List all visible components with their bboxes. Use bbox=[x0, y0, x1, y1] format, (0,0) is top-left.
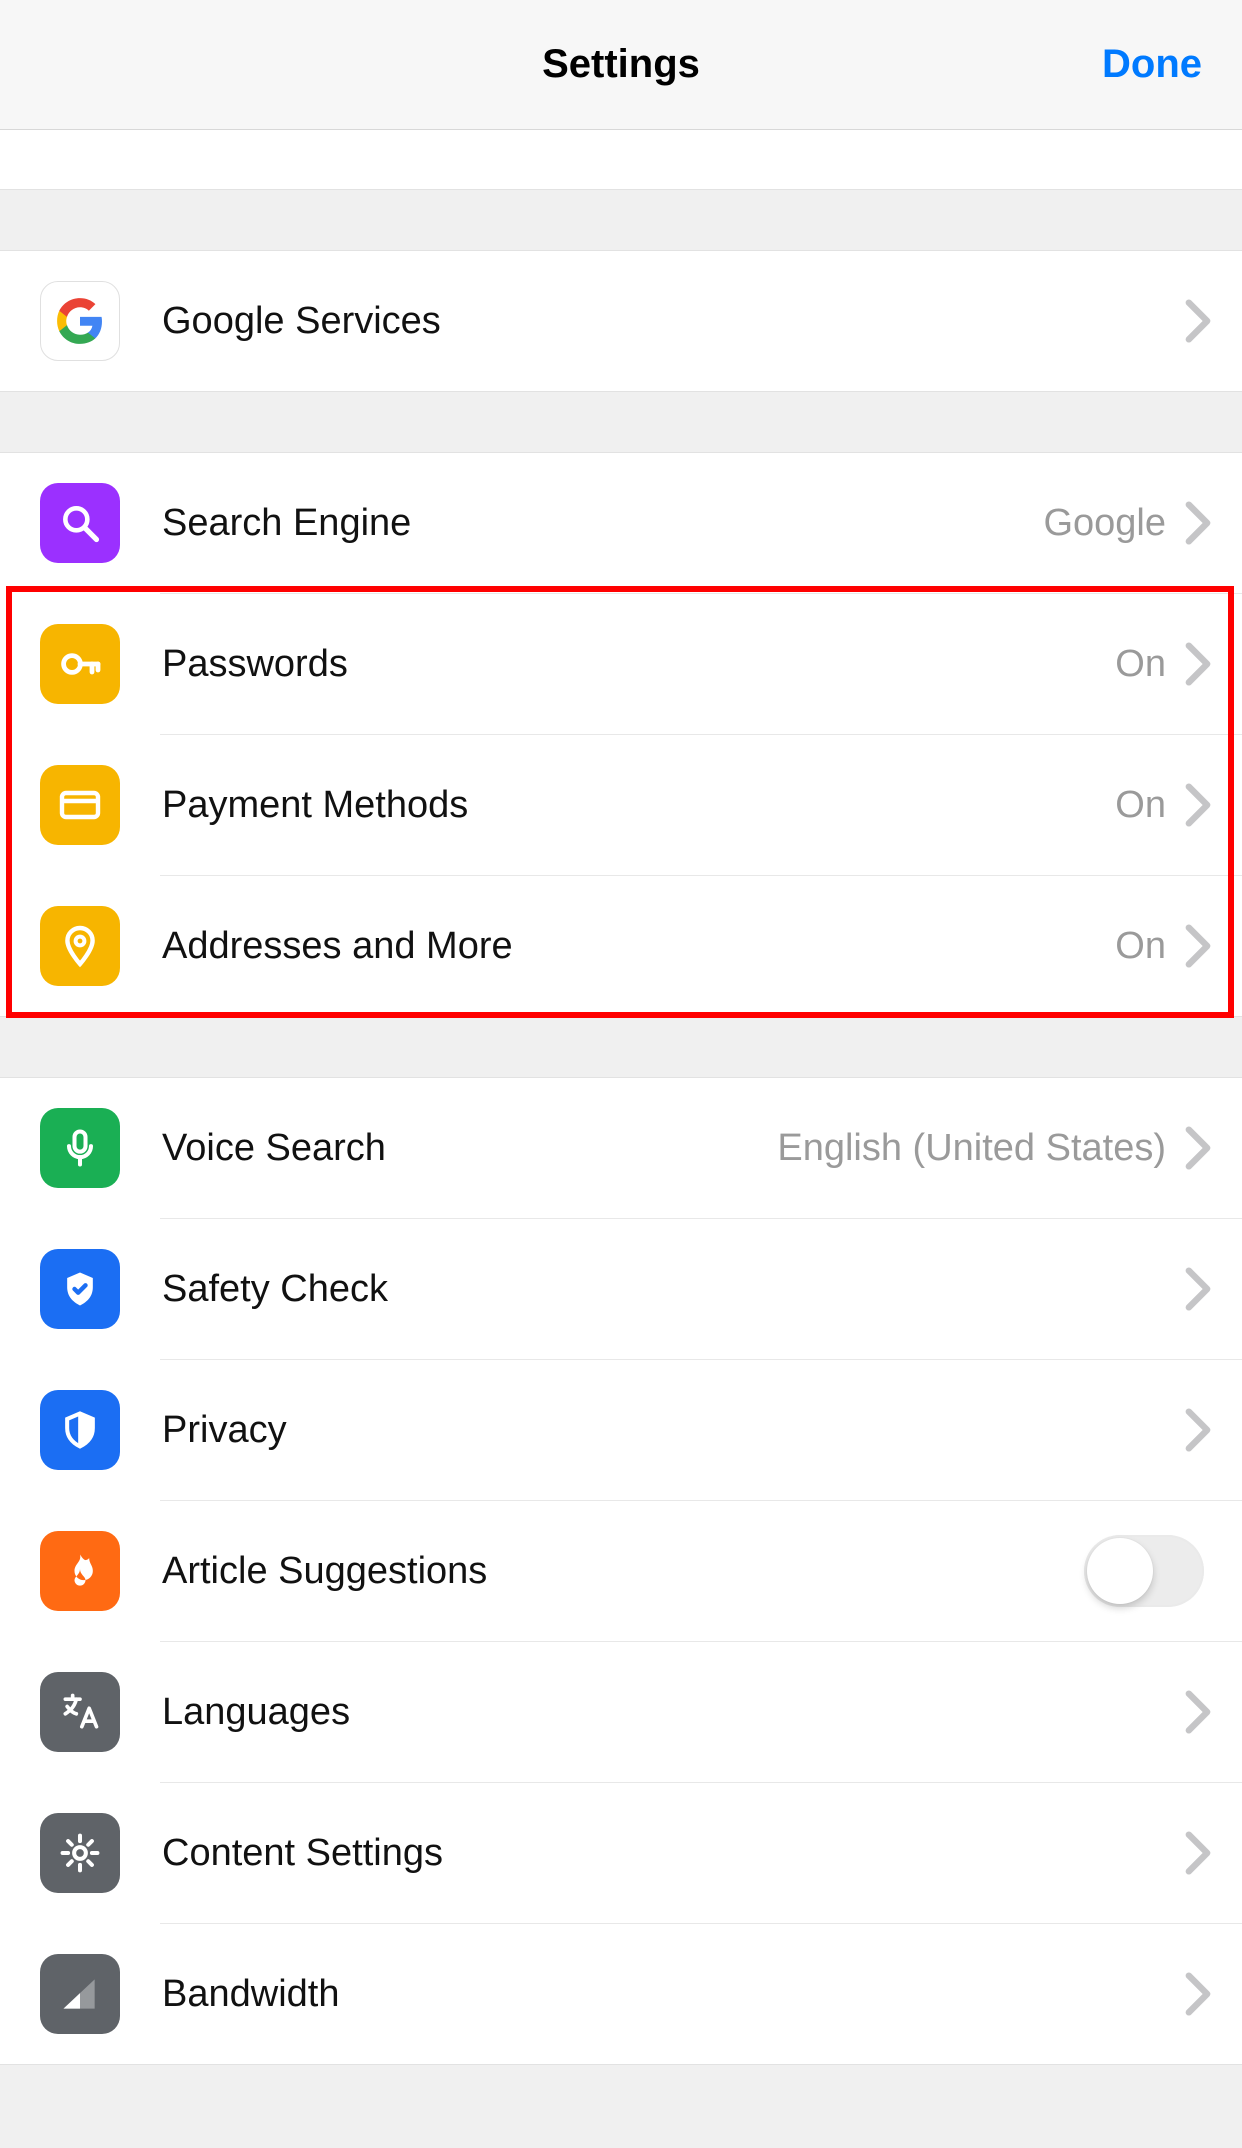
row-voice-search[interactable]: Voice Search English (United States) bbox=[0, 1078, 1242, 1218]
voice-search-value: English (United States) bbox=[777, 1127, 1166, 1170]
search-icon bbox=[40, 483, 120, 563]
header-spacer bbox=[0, 130, 1242, 190]
voice-search-label: Voice Search bbox=[162, 1127, 777, 1170]
article-suggestions-label: Article Suggestions bbox=[162, 1550, 1084, 1593]
google-services-label: Google Services bbox=[162, 300, 1184, 343]
chevron-right-icon bbox=[1184, 1831, 1212, 1875]
microphone-icon bbox=[40, 1108, 120, 1188]
shield-icon bbox=[40, 1390, 120, 1470]
addresses-value: On bbox=[1115, 925, 1166, 968]
row-search-engine[interactable]: Search Engine Google bbox=[0, 453, 1242, 593]
section-gap bbox=[0, 2065, 1242, 2105]
shield-check-icon bbox=[40, 1249, 120, 1329]
chevron-right-icon bbox=[1184, 299, 1212, 343]
search-engine-label: Search Engine bbox=[162, 502, 1043, 545]
chevron-right-icon bbox=[1184, 924, 1212, 968]
search-engine-value: Google bbox=[1043, 502, 1166, 545]
row-passwords[interactable]: Passwords On bbox=[0, 594, 1242, 734]
safety-check-label: Safety Check bbox=[162, 1268, 1184, 1311]
chevron-right-icon bbox=[1184, 1267, 1212, 1311]
row-bandwidth[interactable]: Bandwidth bbox=[0, 1924, 1242, 2064]
header: Settings Done bbox=[0, 0, 1242, 130]
translate-icon bbox=[40, 1672, 120, 1752]
chevron-right-icon bbox=[1184, 642, 1212, 686]
chevron-right-icon bbox=[1184, 1690, 1212, 1734]
row-google-services[interactable]: Google Services bbox=[0, 251, 1242, 391]
row-languages[interactable]: Languages bbox=[0, 1642, 1242, 1782]
flame-icon bbox=[40, 1531, 120, 1611]
row-article-suggestions[interactable]: Article Suggestions bbox=[0, 1501, 1242, 1641]
row-payment-methods[interactable]: Payment Methods On bbox=[0, 735, 1242, 875]
passwords-label: Passwords bbox=[162, 643, 1115, 686]
row-content-settings[interactable]: Content Settings bbox=[0, 1783, 1242, 1923]
passwords-value: On bbox=[1115, 643, 1166, 686]
chevron-right-icon bbox=[1184, 783, 1212, 827]
chevron-right-icon bbox=[1184, 1972, 1212, 2016]
section-gap bbox=[0, 392, 1242, 452]
chevron-right-icon bbox=[1184, 501, 1212, 545]
row-safety-check[interactable]: Safety Check bbox=[0, 1219, 1242, 1359]
chevron-right-icon bbox=[1184, 1126, 1212, 1170]
group-basics: Search Engine Google Passwords On Paymen… bbox=[0, 452, 1242, 1017]
signal-icon bbox=[40, 1954, 120, 2034]
page-title: Settings bbox=[542, 42, 700, 87]
article-suggestions-toggle[interactable] bbox=[1084, 1535, 1204, 1607]
credit-card-icon bbox=[40, 765, 120, 845]
group-advanced: Voice Search English (United States) Saf… bbox=[0, 1077, 1242, 2065]
group-account: Google Services bbox=[0, 250, 1242, 392]
location-pin-icon bbox=[40, 906, 120, 986]
gear-icon bbox=[40, 1813, 120, 1893]
bandwidth-label: Bandwidth bbox=[162, 1973, 1184, 2016]
section-gap bbox=[0, 190, 1242, 250]
section-gap bbox=[0, 1017, 1242, 1077]
payment-methods-value: On bbox=[1115, 784, 1166, 827]
row-privacy[interactable]: Privacy bbox=[0, 1360, 1242, 1500]
chevron-right-icon bbox=[1184, 1408, 1212, 1452]
key-icon bbox=[40, 624, 120, 704]
privacy-label: Privacy bbox=[162, 1409, 1184, 1452]
payment-methods-label: Payment Methods bbox=[162, 784, 1115, 827]
content-settings-label: Content Settings bbox=[162, 1832, 1184, 1875]
languages-label: Languages bbox=[162, 1691, 1184, 1734]
addresses-label: Addresses and More bbox=[162, 925, 1115, 968]
google-icon bbox=[40, 281, 120, 361]
done-button[interactable]: Done bbox=[1102, 0, 1202, 129]
toggle-knob bbox=[1087, 1538, 1153, 1604]
row-addresses[interactable]: Addresses and More On bbox=[0, 876, 1242, 1016]
